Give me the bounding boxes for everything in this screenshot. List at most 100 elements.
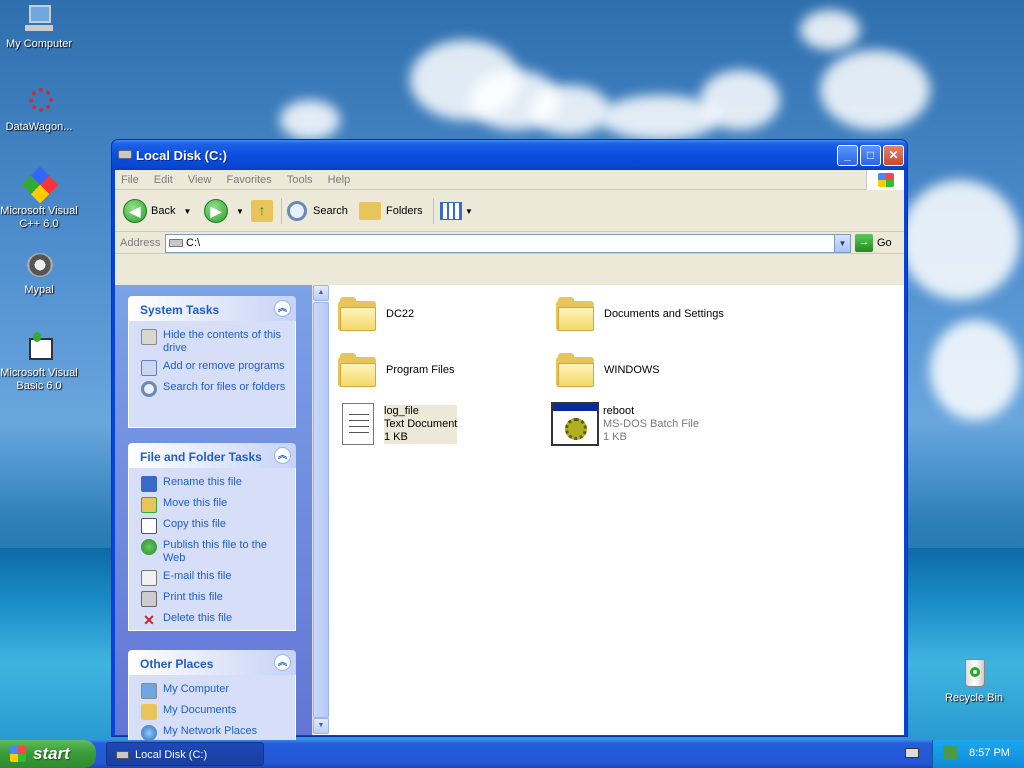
start-button[interactable]: start [0,740,96,768]
taskbar-button-local-disk[interactable]: Local Disk (C:) [106,742,264,766]
file-name: reboot [603,404,635,417]
file-item-windows[interactable]: WINDOWS [556,353,660,387]
address-bar: Address C:\ ▼ → Go [115,232,904,254]
minimize-button[interactable]: _ [837,145,858,166]
file-folder-tasks-header[interactable]: File and Folder Tasks ︽ [128,443,296,468]
task-label: Delete this file [163,612,233,624]
task-label: Hide the contents of this drive [163,329,282,354]
copy-icon [141,518,157,534]
search-icon [141,381,157,397]
task-move-file[interactable]: Move this file [141,497,289,513]
task-publish-file[interactable]: Publish this file to the Web [141,539,289,565]
maximize-button[interactable]: □ [860,145,881,166]
forward-button[interactable]: ▶ ▼ [204,198,244,224]
file-type: Text Document [384,417,458,430]
folders-button[interactable]: Folders [359,198,423,224]
folders-label: Folders [386,205,423,217]
keyboard-icon[interactable] [905,748,919,758]
add-remove-programs-icon [141,360,157,376]
desktop-icon-visual-basic[interactable]: Microsoft Visual Basic 6.0 [0,332,81,393]
search-button[interactable]: Search [287,198,348,224]
file-name: log_file [384,404,419,417]
task-rename-file[interactable]: Rename this file [141,476,289,492]
file-item-reboot[interactable]: reboot MS-DOS Batch File 1 KB [551,402,699,446]
go-button[interactable]: → Go [855,234,892,252]
place-label: My Computer [163,683,230,695]
publish-web-icon [141,539,157,555]
task-add-remove-programs[interactable]: Add or remove programs [141,360,289,376]
other-places-header[interactable]: Other Places ︽ [128,650,296,675]
go-label: Go [877,237,892,249]
email-icon [141,570,157,586]
place-my-network-places[interactable]: My Network Places [141,725,289,741]
file-size: 1 KB [603,430,627,443]
file-name: WINDOWS [604,363,660,376]
delete-x-icon: ✕ [143,612,155,628]
back-button[interactable]: ◀ Back ▼ [123,198,191,224]
desktop-icon-visual-cpp[interactable]: Microsoft Visual C++ 6.0 [0,166,81,231]
file-item-log-file[interactable]: log_file Text Document 1 KB [342,403,458,445]
address-dropdown-button[interactable]: ▼ [834,235,850,252]
task-email-file[interactable]: E-mail this file [141,570,289,586]
windows-flag-icon [10,746,26,762]
task-copy-file[interactable]: Copy this file [141,518,289,534]
go-arrow-icon: → [855,234,873,252]
close-button[interactable]: ✕ [883,145,904,166]
desktop-icon-label: Microsoft Visual C++ 6.0 [0,205,78,230]
collapse-icon[interactable]: ︽ [274,447,291,464]
task-label: Print this file [163,591,223,603]
file-folder-tasks-title: File and Folder Tasks [140,450,262,464]
task-label: Add or remove programs [163,360,285,372]
file-list: DC22 Documents and Settings Program File… [329,285,904,735]
folder-icon [338,297,376,331]
desktop-icon-recycle-bin[interactable]: Recycle Bin [932,657,1016,705]
chevron-down-icon: ▼ [236,206,244,216]
clock[interactable]: 8:57 PM [969,747,1010,759]
system-tasks-header[interactable]: System Tasks ︽ [128,296,296,321]
file-item-dc22[interactable]: DC22 [338,297,414,331]
menu-favorites[interactable]: Favorites [221,170,278,186]
task-label: Search for files or folders [163,381,286,393]
drive-icon [118,150,132,159]
batch-file-icon [551,402,599,446]
task-pane-scrollbar[interactable]: ▲ ▼ [312,285,329,735]
menu-help[interactable]: Help [322,170,357,186]
task-print-file[interactable]: Print this file [141,591,289,607]
desktop-icon-datawagon[interactable]: DataWagon... [0,86,81,134]
file-item-documents-and-settings[interactable]: Documents and Settings [556,297,724,331]
place-my-documents[interactable]: My Documents [141,704,289,720]
place-my-computer[interactable]: My Computer [141,683,289,699]
desktop-icon-my-computer[interactable]: My Computer [0,3,81,51]
text-document-icon [342,403,374,445]
tray-network-icon[interactable] [943,746,957,760]
chevron-down-icon: ▼ [183,206,192,216]
file-item-program-files[interactable]: Program Files [338,353,454,387]
up-arrow-icon: ↑ [251,200,273,222]
desktop-icon-label: Recycle Bin [944,692,1004,704]
views-button[interactable]: ▼ [440,198,473,224]
task-hide-drive-contents[interactable]: Hide the contents of this drive [141,329,289,355]
collapse-icon[interactable]: ︽ [274,300,291,317]
windows-logo-icon [866,170,904,190]
menu-file[interactable]: File [115,170,145,186]
menu-view[interactable]: View [182,170,218,186]
file-type: MS-DOS Batch File [603,417,699,430]
scroll-down-button[interactable]: ▼ [313,718,329,734]
address-input[interactable]: C:\ ▼ [165,234,851,253]
desktop-icon-label: Microsoft Visual Basic 6.0 [0,367,78,392]
task-delete-file[interactable]: ✕ Delete this file [141,612,289,628]
collapse-icon[interactable]: ︽ [274,654,291,671]
printer-icon [141,591,157,607]
search-icon [287,201,307,221]
back-arrow-icon: ◀ [123,199,147,223]
menu-tools[interactable]: Tools [281,170,319,186]
title-bar[interactable]: Local Disk (C:) _ □ ✕ [112,140,907,170]
desktop-icon-mypal[interactable]: Mypal [0,249,81,297]
menu-edit[interactable]: Edit [148,170,179,186]
up-folder-button[interactable]: ↑ [251,198,273,224]
file-details: reboot MS-DOS Batch File 1 KB [603,405,699,444]
task-search-files[interactable]: Search for files or folders [141,381,289,397]
scroll-up-button[interactable]: ▲ [313,285,329,301]
desktop-icon-label: Mypal [24,284,54,296]
scroll-thumb[interactable] [313,302,329,718]
